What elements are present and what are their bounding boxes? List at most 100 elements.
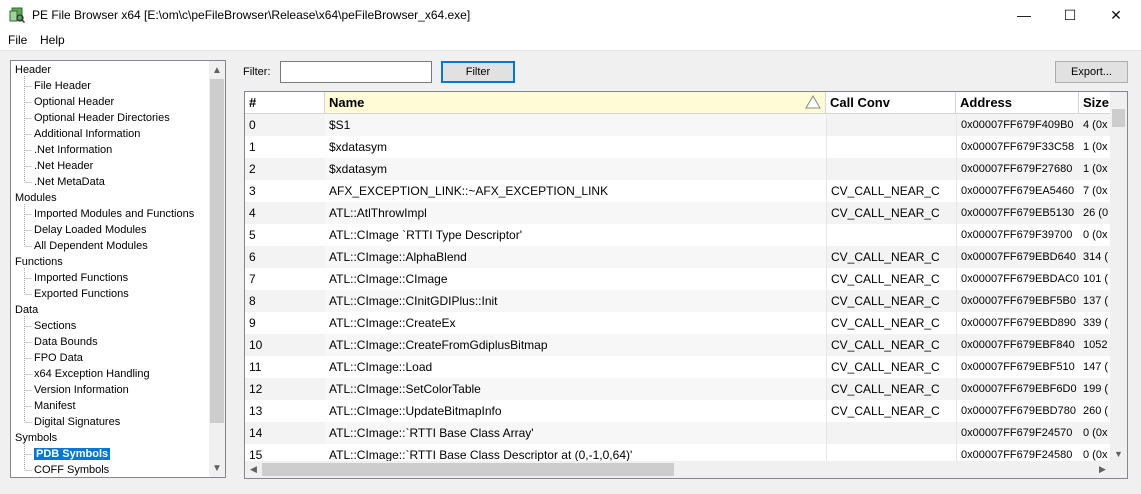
scroll-left-icon[interactable]: ◀ <box>245 461 262 478</box>
table-row[interactable]: 2 $xdatasym 0x00007FF679F27680 1 (0x <box>245 158 1111 180</box>
cell-name: $S1 <box>325 114 826 136</box>
cell-size: 260 ( <box>1083 405 1109 417</box>
tree-item[interactable]: x64 Exception Handling <box>34 366 150 382</box>
cell-call-conv: CV_CALL_NEAR_C <box>826 356 956 378</box>
table-row[interactable]: 1 $xdatasym 0x00007FF679F33C58 1 (0x <box>245 136 1111 158</box>
tree-group-item[interactable]: Symbols <box>15 430 57 446</box>
filter-input[interactable] <box>280 61 432 83</box>
cell-name: ATL::CImage::UpdateBitmapInfo <box>329 404 502 418</box>
table-horizontal-scroll-thumb[interactable] <box>262 463 674 476</box>
table-row[interactable]: 5 ATL::CImage `RTTI Type Descriptor' 0x000… <box>245 224 1111 246</box>
cell-address: 0x00007FF679EBDAC0 <box>956 268 1079 290</box>
tree-item[interactable]: COFF Symbols <box>34 462 110 477</box>
menu-file[interactable]: File <box>8 33 27 47</box>
close-icon: ✕ <box>1110 6 1122 23</box>
table-row[interactable]: 3 AFX_EXCEPTION_LINK::~AFX_EXCEPTION_LINK… <box>245 180 1111 202</box>
tree-vertical-scrollbar[interactable]: ▲ ▼ <box>209 61 225 477</box>
tree-item[interactable]: File Header <box>34 78 91 94</box>
cell-address: 0x00007FF679F39700 <box>956 224 1079 246</box>
tree-item[interactable]: .Net Header <box>34 158 93 174</box>
cell-size: 137 ( <box>1079 290 1111 312</box>
cell-call-conv: CV_CALL_NEAR_C <box>826 268 956 290</box>
tree-item[interactable]: .Net Information <box>34 142 112 158</box>
symbols-table[interactable]: # Name Call Conv Address Size 0 $S1 0x0000… <box>244 91 1128 479</box>
close-button[interactable]: ✕ <box>1093 0 1139 30</box>
tree-group-item[interactable]: Modules <box>15 190 57 206</box>
tree-scroll-thumb[interactable] <box>210 79 224 423</box>
tree-item[interactable]: Imported Functions <box>34 270 128 286</box>
tree-item-label: File Header <box>34 80 91 92</box>
filter-button[interactable]: Filter <box>441 61 515 83</box>
table-row[interactable]: 0 $S1 0x00007FF679F409B0 4 (0x <box>245 114 1111 136</box>
tree-item-label: .Net Information <box>34 144 113 156</box>
tree-item[interactable]: FPO Data <box>34 350 83 366</box>
column-header-name[interactable]: Name <box>325 92 826 114</box>
tree-item-label: All Dependent Modules <box>34 240 148 252</box>
cell-address: 0x00007FF679EBF510 <box>956 356 1079 378</box>
maximize-button[interactable]: ☐ <box>1047 0 1093 30</box>
table-row[interactable]: 11 ATL::CImage::Load CV_CALL_NEAR_C 0x00007… <box>245 356 1111 378</box>
scroll-down-icon[interactable]: ▼ <box>209 460 225 476</box>
table-row[interactable]: 12 ATL::CImage::SetColorTable CV_CALL_NEAR… <box>245 378 1111 400</box>
table-row[interactable]: 8 ATL::CImage::CInitGDIPlus::Init CV_CALL_… <box>245 290 1111 312</box>
menu-help[interactable]: Help <box>40 33 65 47</box>
column-header-name-label: Name <box>329 95 365 110</box>
table-vertical-scroll-thumb[interactable] <box>1112 109 1125 127</box>
tree-group-item[interactable]: Functions <box>15 254 63 270</box>
tree-item[interactable]: .Net MetaData <box>34 174 105 190</box>
cell-size: 314 ( <box>1079 246 1111 268</box>
tree-item[interactable]: PDB Symbols <box>34 446 111 462</box>
menu-divider <box>0 50 1141 51</box>
tree-item[interactable]: Imported Modules and Functions <box>34 206 194 222</box>
scroll-up-icon[interactable] <box>1110 92 1127 109</box>
table-row[interactable]: 4 ATL::AtlThrowImpl CV_CALL_NEAR_C 0x00007F… <box>245 202 1111 224</box>
tree-item[interactable]: Data Bounds <box>34 334 98 350</box>
cell-index: 1 <box>249 140 256 154</box>
minimize-button[interactable]: — <box>1001 0 1047 30</box>
tree-group-item[interactable]: Data <box>15 302 38 318</box>
scroll-down-icon[interactable]: ▼ <box>1110 445 1127 462</box>
cell-index: 2 <box>245 158 325 180</box>
cell-name: ATL::CImage::CInitGDIPlus::Init <box>325 290 826 312</box>
tree-item[interactable]: Additional Information <box>34 126 140 142</box>
tree-item[interactable]: Version Information <box>34 382 129 398</box>
tree-item[interactable]: Exported Functions <box>34 286 129 302</box>
cell-name: ATL::CImage::`RTTI Base Class Array' <box>325 422 826 444</box>
table-row[interactable]: 13 ATL::CImage::UpdateBitmapInfo CV_CALL_N… <box>245 400 1111 422</box>
table-horizontal-scrollbar[interactable]: ◀ ▶ <box>245 461 1111 478</box>
cell-call-conv <box>826 224 956 246</box>
tree-item-label: COFF Symbols <box>34 464 110 476</box>
cell-address: 0x00007FF679EBF5B0 <box>956 290 1079 312</box>
tree-item[interactable]: All Dependent Modules <box>34 238 148 254</box>
tree-item[interactable]: Manifest <box>34 398 76 414</box>
cell-call-conv: CV_CALL_NEAR_C <box>826 312 956 334</box>
cell-call-conv: CV_CALL_NEAR_C <box>826 202 956 224</box>
column-header-call-conv[interactable]: Call Conv <box>826 92 956 114</box>
table-row[interactable]: 6 ATL::CImage::AlphaBlend CV_CALL_NEAR_C 0x… <box>245 246 1111 268</box>
table-row[interactable]: 9 ATL::CImage::CreateEx CV_CALL_NEAR_C 0x00… <box>245 312 1111 334</box>
scroll-right-icon[interactable]: ▶ <box>1094 461 1111 478</box>
tree-item-label: Data <box>15 304 39 316</box>
tree-item[interactable]: Optional Header Directories <box>34 110 170 126</box>
cell-call-conv <box>826 136 956 158</box>
table-row[interactable]: 10 ATL::CImage::CreateFromGdiplusBitmap CV… <box>245 334 1111 356</box>
cell-index: 10 <box>245 334 325 356</box>
column-header-index[interactable]: # <box>245 92 325 114</box>
column-header-size[interactable]: Size <box>1079 92 1111 114</box>
cell-name: ATL::CImage::Load <box>329 360 433 374</box>
tree-item-label: x64 Exception Handling <box>34 368 150 380</box>
cell-name: ATL::CImage::CreateFromGdiplusBitmap <box>325 334 826 356</box>
table-row[interactable]: 14 ATL::CImage::`RTTI Base Class Array' 0x… <box>245 422 1111 444</box>
column-header-address[interactable]: Address <box>956 92 1079 114</box>
tree-group-item[interactable]: Header <box>15 62 51 78</box>
table-vertical-scrollbar[interactable]: ▼ <box>1110 92 1127 462</box>
tree-item[interactable]: Sections <box>34 318 76 334</box>
tree-item[interactable]: Digital Signatures <box>34 414 120 430</box>
navigation-tree[interactable]: ▲ ▼ Header File Header Optional Header Opti… <box>10 60 226 478</box>
tree-item[interactable]: Optional Header <box>34 94 114 110</box>
tree-item-label: Modules <box>15 192 57 204</box>
scroll-up-icon[interactable]: ▲ <box>209 62 225 78</box>
tree-item[interactable]: Delay Loaded Modules <box>34 222 147 238</box>
table-row[interactable]: 7 ATL::CImage::CImage CV_CALL_NEAR_C 0x0000… <box>245 268 1111 290</box>
export-button[interactable]: Export... <box>1055 61 1128 83</box>
